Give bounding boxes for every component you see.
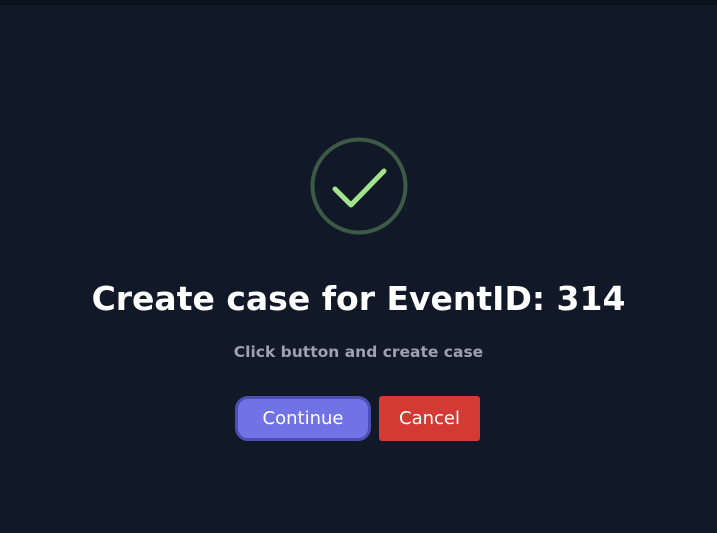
dialog-title: Create case for EventID: 314 (91, 279, 626, 318)
continue-button[interactable]: Continue (235, 396, 371, 441)
cancel-button-label: Cancel (399, 408, 460, 429)
dialog-subtitle: Click button and create case (233, 343, 484, 361)
check-circle-icon (310, 137, 408, 235)
continue-button-label: Continue (262, 408, 344, 429)
cancel-button[interactable]: Cancel (379, 396, 480, 441)
confirmation-dialog (0, 5, 717, 533)
